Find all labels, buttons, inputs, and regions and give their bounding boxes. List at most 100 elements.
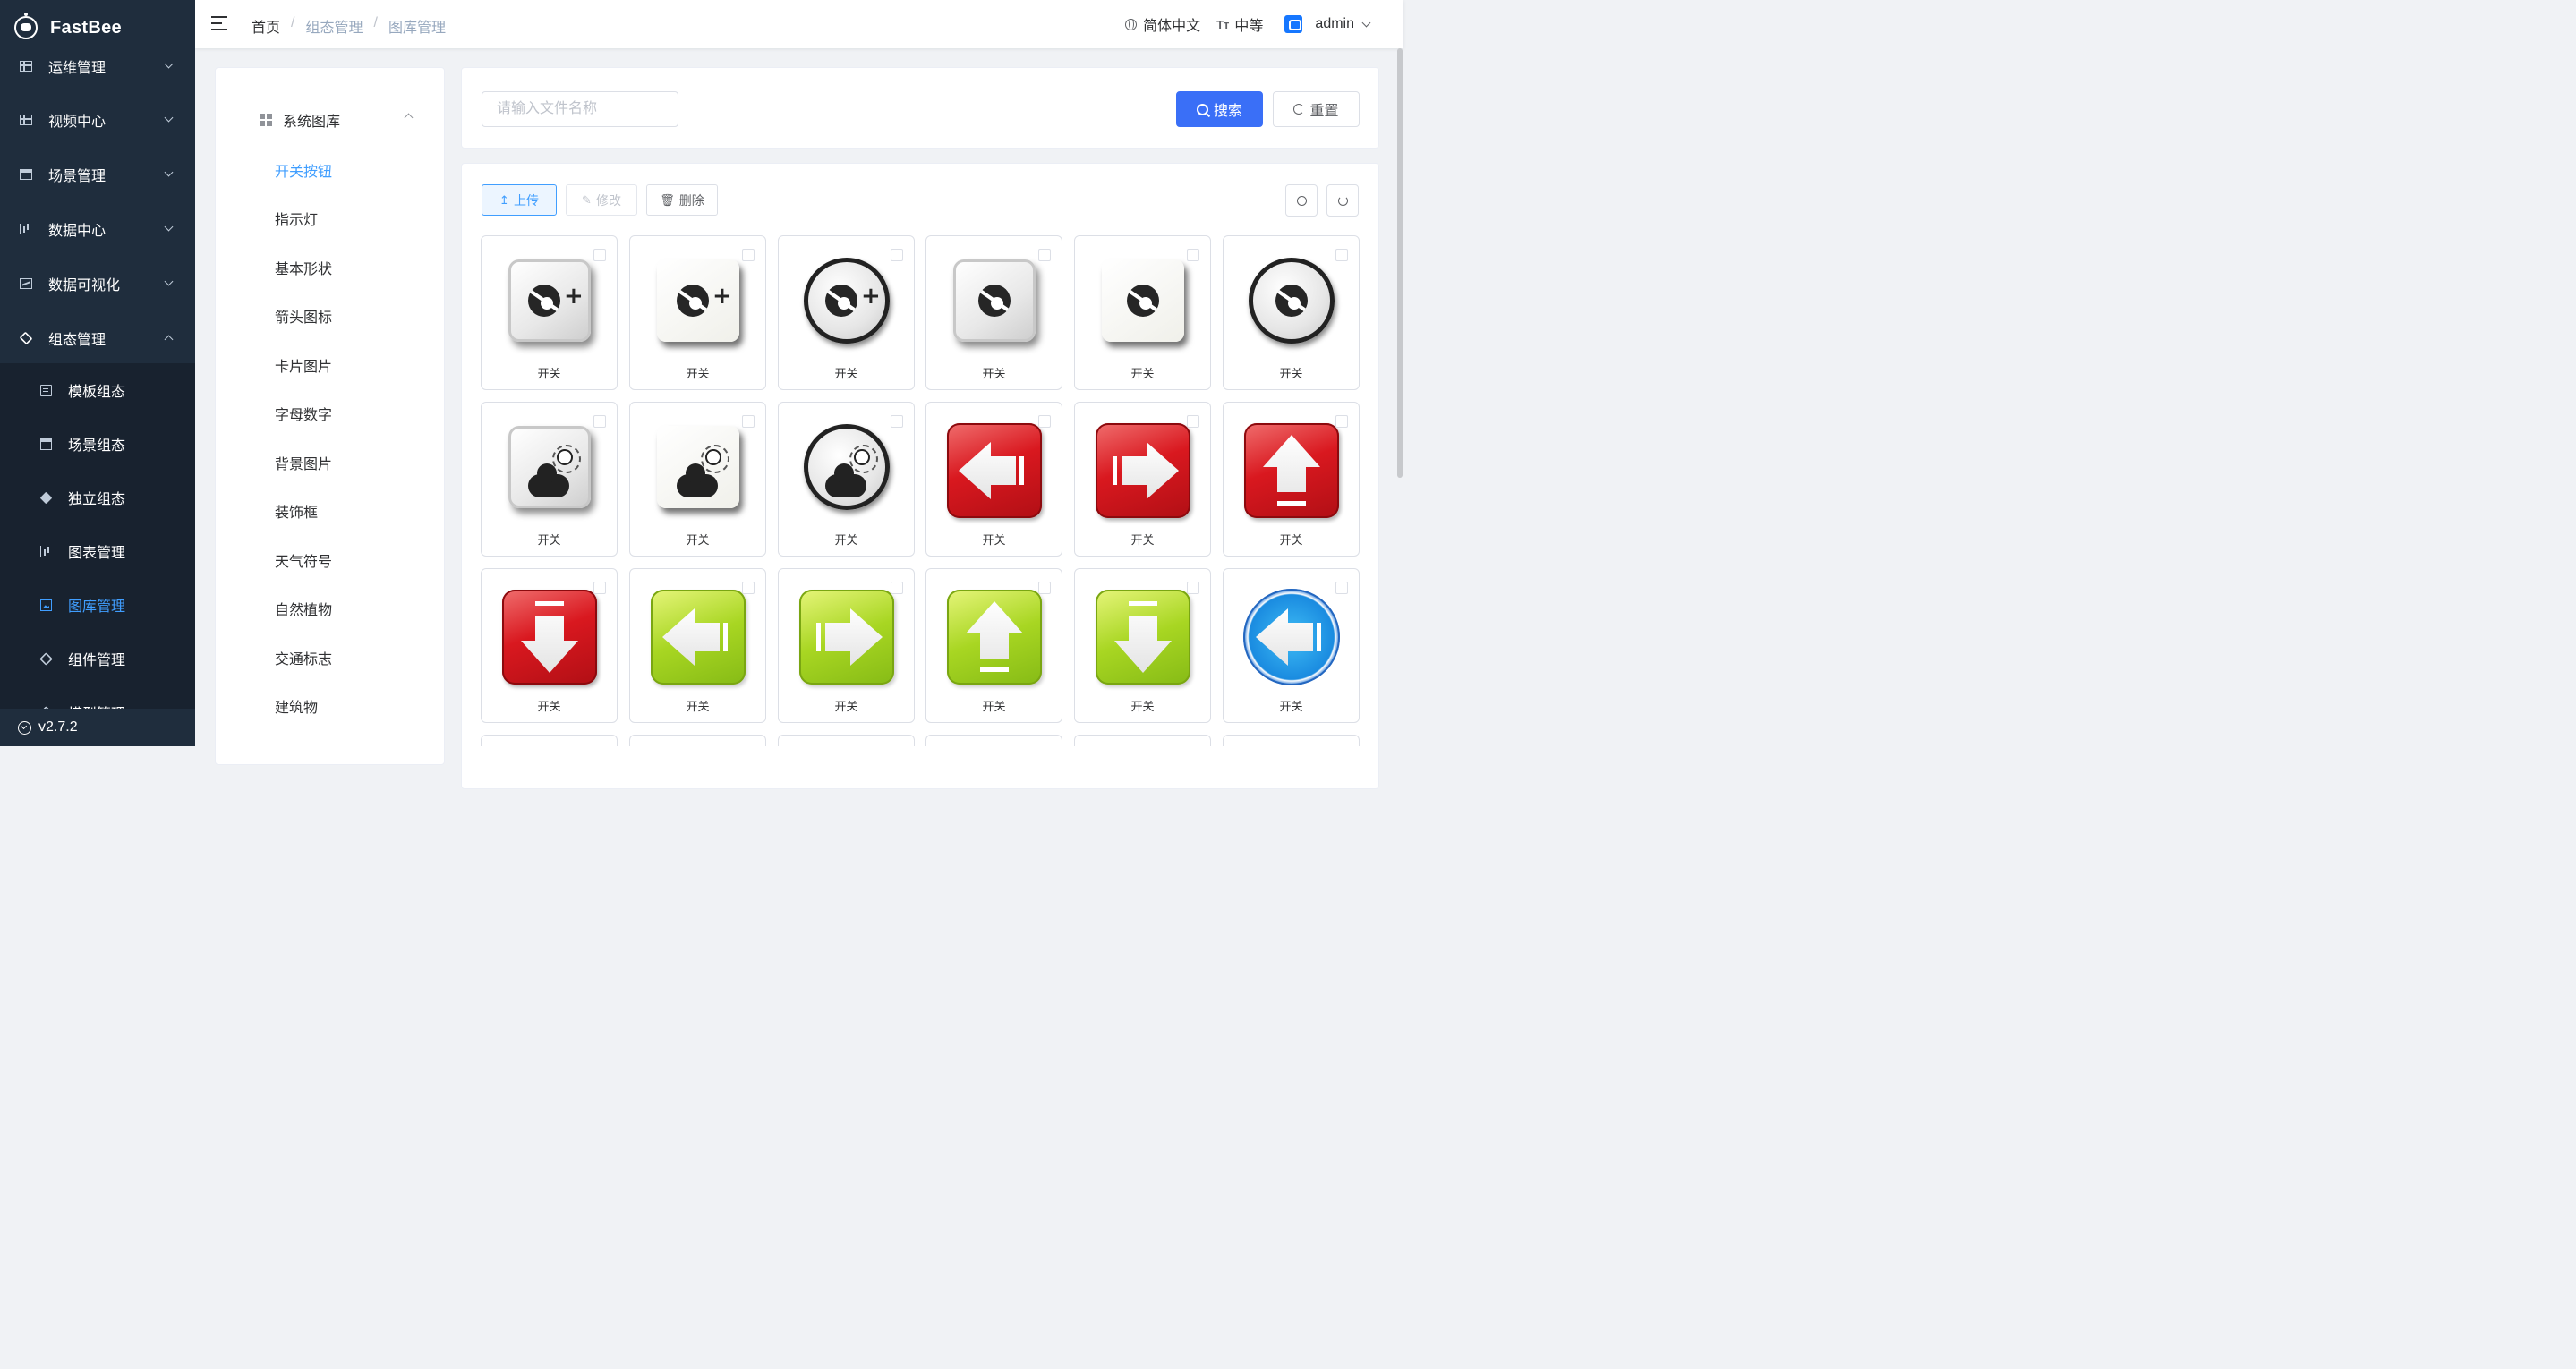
card-checkbox[interactable] [1038, 415, 1051, 428]
language-selector[interactable]: 简体中文 [1143, 13, 1200, 35]
card-label: 开关 [834, 533, 858, 547]
gallery-card[interactable]: + 开关 [778, 235, 915, 390]
gallery-card[interactable]: 开关 [1074, 568, 1211, 723]
category-item[interactable]: 背景图片 [275, 452, 332, 473]
gallery-card[interactable]: 开关 [778, 568, 915, 723]
card-checkbox[interactable] [891, 415, 903, 428]
fan-plus-circle-image: + [798, 256, 895, 353]
card-checkbox[interactable] [742, 582, 755, 594]
sidebar-subitem-charts[interactable]: 图表管理 [0, 524, 195, 578]
sidebar-item-visualization[interactable]: 数据可视化 [0, 259, 195, 309]
toggle-search-button[interactable] [1285, 184, 1318, 217]
menu-toggle-icon[interactable] [211, 16, 227, 30]
fan-plus-square-silver-image: + [501, 256, 598, 353]
category-item[interactable]: 箭头图标 [275, 305, 332, 327]
card-checkbox[interactable] [891, 582, 903, 594]
upload-button[interactable]: ↥ 上传 [482, 184, 557, 216]
gallery-card[interactable]: 开关 [1223, 568, 1360, 723]
card-checkbox[interactable] [742, 249, 755, 261]
size-selector[interactable]: 中等 [1234, 13, 1263, 35]
gallery-card[interactable] [1074, 735, 1211, 746]
sidebar-item-label: 场景管理 [48, 169, 107, 184]
gallery-card[interactable] [778, 735, 915, 746]
card-checkbox[interactable] [1187, 415, 1199, 428]
search-button[interactable]: 搜索 [1176, 91, 1263, 127]
sidebar-subitem-standalone[interactable]: 独立组态 [0, 471, 195, 524]
category-item[interactable]: 建筑物 [275, 695, 318, 717]
sidebar-subitem-template[interactable]: 模板组态 [0, 363, 195, 417]
category-item[interactable]: 开关按钮 [275, 159, 332, 181]
sidebar-subitem-components[interactable]: 组件管理 [0, 632, 195, 685]
page-scrollbar[interactable] [1396, 48, 1403, 746]
avatar[interactable] [1284, 15, 1303, 33]
category-item[interactable]: 卡片图片 [275, 354, 332, 376]
gallery-card[interactable]: 开关 [925, 402, 1062, 557]
edit-button[interactable]: ✎ 修改 [566, 184, 637, 216]
category-item[interactable]: 基本形状 [275, 257, 332, 278]
gallery-card[interactable]: 开关 [925, 235, 1062, 390]
gallery-card[interactable] [1223, 735, 1360, 746]
gallery-card[interactable]: 开关 [629, 568, 766, 723]
card-checkbox[interactable] [1187, 249, 1199, 261]
category-item[interactable]: 字母数字 [275, 403, 332, 424]
refresh-icon [1337, 195, 1348, 206]
gallery-card[interactable]: + 开关 [481, 235, 618, 390]
gallery-card[interactable]: 开关 [1223, 402, 1360, 557]
globe-icon[interactable] [1125, 18, 1138, 30]
gallery-card[interactable]: 开关 [1074, 402, 1211, 557]
gallery-card[interactable]: 开关 [481, 568, 618, 723]
chevron-down-icon[interactable] [1361, 18, 1371, 27]
gallery-card[interactable]: 开关 [481, 402, 618, 557]
scrollbar-thumb[interactable] [1397, 48, 1403, 478]
refresh-button[interactable] [1326, 184, 1359, 217]
gallery-card[interactable]: 开关 [778, 402, 915, 557]
user-name[interactable]: admin [1315, 16, 1354, 32]
delete-button[interactable]: 🗑 删除 [646, 184, 718, 216]
category-item[interactable]: 自然植物 [275, 598, 332, 619]
sidebar-item-data-center[interactable]: 数据中心 [0, 204, 195, 254]
card-checkbox[interactable] [1335, 249, 1348, 261]
breadcrumb-configuration[interactable]: 组态管理 [305, 15, 363, 37]
card-checkbox[interactable] [593, 249, 606, 261]
file-name-search-input[interactable] [482, 91, 678, 127]
sidebar-item-video[interactable]: 视频中心 [0, 95, 195, 145]
category-item[interactable]: 装饰框 [275, 500, 318, 522]
breadcrumb-current: 图库管理 [388, 21, 446, 36]
sidebar-subitem-scene-config[interactable]: 场景组态 [0, 417, 195, 471]
font-size-icon[interactable]: Tт [1216, 18, 1229, 31]
version-badge: v2.7.2 [0, 709, 195, 746]
card-checkbox[interactable] [1038, 249, 1051, 261]
breadcrumb-home[interactable]: 首页 [252, 15, 280, 37]
card-checkbox[interactable] [1038, 582, 1051, 594]
sidebar-item-configuration[interactable]: 组态管理 [0, 313, 195, 363]
gallery-card[interactable] [629, 735, 766, 746]
card-checkbox[interactable] [891, 249, 903, 261]
chevron-down-icon [164, 276, 174, 286]
gallery-card[interactable] [925, 735, 1062, 746]
gallery-card[interactable] [481, 735, 618, 746]
category-item[interactable]: 天气符号 [275, 549, 332, 571]
card-checkbox[interactable] [742, 415, 755, 428]
template-icon [40, 384, 52, 396]
gallery-card[interactable]: 开关 [1074, 235, 1211, 390]
reset-button[interactable]: 重置 [1273, 91, 1360, 127]
sidebar-subitem-gallery[interactable]: 图库管理 [0, 578, 195, 632]
gallery-card[interactable]: 开关 [629, 402, 766, 557]
gallery-card[interactable]: 开关 [925, 568, 1062, 723]
app-logo[interactable]: FastBee [0, 0, 195, 55]
card-label: 开关 [1130, 367, 1155, 380]
gallery-card[interactable]: 开关 [1223, 235, 1360, 390]
category-item[interactable]: 指示灯 [275, 208, 318, 229]
edit-icon: ✎ [582, 192, 592, 207]
category-item[interactable]: 交通标志 [275, 647, 332, 668]
sidebar-item-scene[interactable]: 场景管理 [0, 149, 195, 200]
card-checkbox[interactable] [593, 582, 606, 594]
scene-icon [20, 169, 32, 180]
card-checkbox[interactable] [593, 415, 606, 428]
gallery-card[interactable]: + 开关 [629, 235, 766, 390]
card-checkbox[interactable] [1335, 582, 1348, 594]
card-label: 开关 [982, 700, 1006, 713]
card-checkbox[interactable] [1187, 582, 1199, 594]
card-checkbox[interactable] [1335, 415, 1348, 428]
category-group-header[interactable]: 系统图库 [260, 109, 414, 131]
